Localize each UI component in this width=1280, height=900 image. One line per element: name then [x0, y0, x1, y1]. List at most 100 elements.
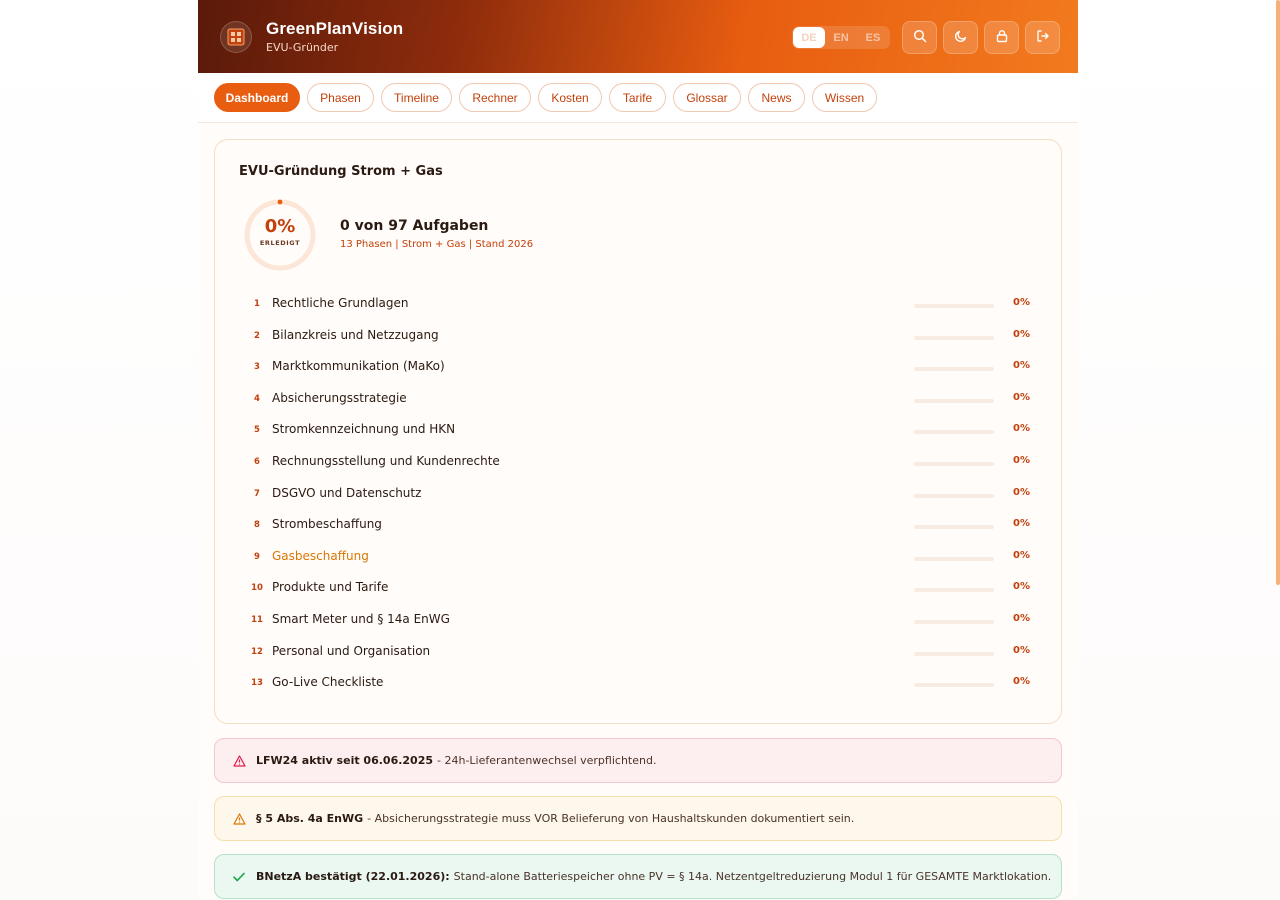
phase-percent: 0% [1013, 581, 1030, 593]
alert-title: § 5 Abs. 4a EnWG [256, 812, 364, 825]
phase-progress-bar [914, 461, 994, 466]
logo-icon [220, 20, 252, 53]
phase-number: 4 [254, 393, 260, 404]
lang-en-button[interactable]: EN [825, 27, 857, 48]
lang-de-button[interactable]: DE [793, 27, 825, 48]
tab-kosten[interactable]: Kosten [538, 83, 602, 112]
phase-percent: 0% [1013, 391, 1030, 403]
phase-row[interactable]: 6 Rechnungsstellung und Kundenrechte 0% [215, 449, 1063, 481]
phase-name: Rechtliche Grundlagen [272, 296, 409, 310]
phase-number: 3 [254, 362, 260, 373]
tab-dashboard[interactable]: Dashboard [214, 83, 300, 112]
warning-triangle-icon [232, 812, 246, 826]
tab-timeline[interactable]: Timeline [381, 83, 452, 112]
phase-name: Bilanzkreis und Netzzugang [272, 327, 439, 342]
phase-number: 13 [251, 678, 263, 689]
card-title: EVU-Gründung Strom + Gas [239, 164, 443, 179]
phase-number: 8 [254, 520, 260, 531]
phase-percent: 0% [1013, 486, 1030, 498]
lock-button[interactable] [984, 21, 1019, 54]
warning-triangle-icon [232, 754, 246, 768]
brand: GreenPlanVision EVU-Gründer [266, 19, 403, 54]
alert-title: BNetzA bestätigt (22.01.2026): [256, 870, 450, 883]
phase-row[interactable]: 4 Absicherungsstrategie 0% [215, 386, 1063, 418]
dashboard-card: EVU-Gründung Strom + Gas 0% ERLEDIGT 0 v… [214, 139, 1062, 724]
logout-button[interactable] [1025, 21, 1060, 54]
alert-text: - 24h-Lieferantenwechsel verpflichtend. [437, 754, 657, 767]
phase-progress-bar [914, 525, 994, 530]
tab-wissen[interactable]: Wissen [812, 83, 877, 112]
lang-es-button[interactable]: ES [857, 27, 889, 48]
language-switcher: DE EN ES [792, 26, 890, 49]
phase-row[interactable]: 5 Stromkennzeichnung und HKN 0% [215, 417, 1063, 449]
phase-progress-bar [914, 493, 994, 498]
phase-name: Smart Meter und § 14a EnWG [272, 611, 450, 626]
phase-row[interactable]: 2 Bilanzkreis und Netzzugang 0% [215, 323, 1063, 355]
alert-lfw24: LFW24 aktiv seit 06.06.2025 - 24h-Liefer… [214, 738, 1062, 783]
tab-glossar[interactable]: Glossar [673, 83, 741, 112]
phase-name: Strombeschaffung [272, 517, 382, 532]
app-container: GreenPlanVision EVU-Gründer DE EN ES Das… [198, 0, 1078, 900]
phase-progress-bar [914, 367, 994, 372]
phase-number: 11 [251, 614, 263, 625]
phase-row[interactable]: 10 Produkte und Tarife 0% [215, 575, 1063, 607]
phase-percent: 0% [1013, 328, 1030, 340]
phase-progress-bar [914, 683, 994, 688]
phase-progress-bar [914, 335, 994, 340]
progress-ring: 0% ERLEDIGT [241, 196, 319, 274]
phase-progress-bar [914, 430, 994, 435]
phase-number: 1 [254, 299, 260, 309]
app-header: GreenPlanVision EVU-Gründer DE EN ES [198, 0, 1078, 73]
phase-number: 2 [254, 330, 260, 341]
phase-name: Stromkennzeichnung und HKN [272, 422, 456, 437]
check-icon [232, 870, 246, 884]
progress-caption: ERLEDIGT [259, 239, 301, 247]
moon-icon [954, 28, 968, 47]
logout-icon [1036, 28, 1050, 47]
phase-row[interactable]: 8 Strombeschaffung 0% [215, 512, 1063, 544]
tab-rechner[interactable]: Rechner [459, 83, 531, 112]
phase-name: Marktkommunikation (MaKo) [272, 359, 445, 374]
phase-number: 9 [254, 551, 260, 562]
search-icon [913, 28, 927, 47]
phase-row[interactable]: 11 Smart Meter und § 14a EnWG 0% [215, 607, 1063, 639]
phase-row[interactable]: 13 Go-Live Checkliste 0% [215, 670, 1063, 702]
phase-percent: 0% [1013, 549, 1030, 561]
progress-percent: 0% [264, 216, 296, 237]
phase-progress-bar [914, 556, 994, 561]
dark-mode-button[interactable] [943, 21, 978, 54]
phase-number: 12 [251, 646, 263, 657]
phase-row[interactable]: 1 Rechtliche Grundlagen 0% [215, 291, 1063, 323]
phase-percent: 0% [1013, 644, 1030, 656]
phase-number: 5 [254, 425, 260, 436]
tab-tarife[interactable]: Tarife [609, 83, 666, 112]
phase-row[interactable]: 3 Marktkommunikation (MaKo) 0% [215, 354, 1063, 386]
phase-percent: 0% [1013, 612, 1030, 624]
alert-text: Stand-alone Batteriespeicher ohne PV = §… [453, 870, 1052, 883]
main-nav: Dashboard Phasen Timeline Rechner Kosten… [198, 73, 1078, 123]
phase-progress-bar [914, 304, 994, 308]
lock-icon [995, 28, 1009, 47]
phase-percent: 0% [1013, 360, 1030, 372]
phase-progress-bar [914, 588, 994, 593]
phase-row[interactable]: 7 DSGVO und Datenschutz 0% [215, 481, 1063, 513]
phase-progress-bar [914, 619, 994, 624]
alert-title: LFW24 aktiv seit 06.06.2025 [256, 754, 434, 767]
phase-row[interactable]: 12 Personal und Organisation 0% [215, 639, 1063, 671]
page-scrollbar[interactable] [1276, 0, 1280, 585]
tab-phasen[interactable]: Phasen [307, 83, 374, 112]
phase-name: DSGVO und Datenschutz [272, 485, 422, 500]
phase-percent: 0% [1013, 518, 1030, 530]
phase-row[interactable]: 9 Gasbeschaffung 0% [215, 544, 1063, 576]
app-title: GreenPlanVision [266, 19, 404, 38]
phase-number: 6 [254, 456, 260, 467]
alert-bnetza: BNetzA bestätigt (22.01.2026): Stand-alo… [214, 854, 1062, 899]
phase-number: 7 [254, 488, 260, 499]
phase-percent: 0% [1013, 454, 1030, 466]
phase-name: Gasbeschaffung [272, 548, 369, 563]
tab-news[interactable]: News [748, 83, 805, 112]
phase-name: Rechnungsstellung und Kundenrechte [272, 453, 500, 468]
search-button[interactable] [902, 21, 937, 54]
phase-list: 1 Rechtliche Grundlagen 0% 2 Bilanzkreis und… [215, 291, 1063, 702]
tasks-summary: 0 von 97 Aufgaben [340, 218, 489, 234]
